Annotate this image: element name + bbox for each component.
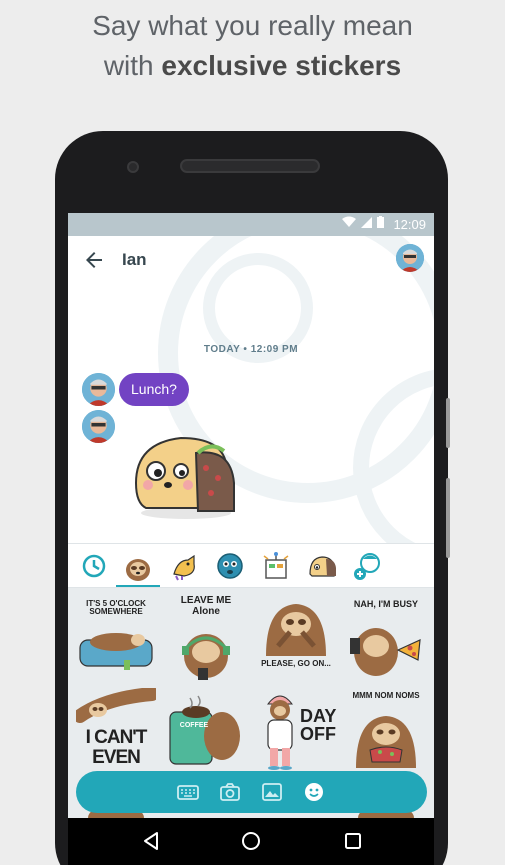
please-go-on-sticker	[266, 604, 326, 656]
status-icons	[342, 216, 384, 228]
blob-pack-tab-icon[interactable]	[214, 550, 246, 582]
message-bubble[interactable]: Lunch?	[119, 373, 189, 406]
signal-icon	[361, 216, 372, 228]
volume-button	[446, 398, 450, 448]
dog-pack-tab-icon[interactable]	[168, 550, 200, 582]
back-triangle-icon[interactable]	[140, 830, 162, 852]
sticker-caption: IT'S 5 O'CLOCK SOMEWHERE	[86, 599, 146, 617]
coffee-sticker	[169, 695, 240, 765]
power-button	[446, 478, 450, 558]
sticker-caption: PLEASE, GO ON...	[261, 659, 331, 668]
sticker-cell[interactable]: LEAVE ME Alone	[162, 594, 250, 682]
add-pack-icon[interactable]	[352, 550, 384, 582]
battery-icon	[377, 216, 384, 228]
recent-clock-icon[interactable]	[78, 550, 110, 582]
recents-square-icon[interactable]	[342, 830, 364, 852]
sticker-caption: LEAVE ME Alone	[180, 595, 232, 617]
robot-pack-tab-icon[interactable]	[260, 550, 292, 582]
sticker-cell[interactable]: DAY OFF	[252, 686, 340, 774]
sticker-cell[interactable]: PLEASE, GO ON...	[252, 594, 340, 682]
five-oclock-somewhere-sticker	[79, 633, 153, 670]
message-avatar	[82, 410, 115, 443]
avatar-photo	[82, 410, 115, 443]
message-avatar	[82, 373, 115, 406]
headline-bold: exclusive stickers	[161, 50, 402, 81]
headline-line-1: Say what you really mean	[92, 10, 413, 41]
sloth-pack-tab-icon[interactable]	[122, 550, 154, 582]
mmm-nom-noms-sticker	[356, 716, 416, 768]
contact-name[interactable]: Ian	[122, 250, 147, 270]
phone-screen: 12:09 Ian TODAY • 12:09 PM Lunch? IT'S 5…	[68, 213, 434, 865]
taco-pack-tab-icon[interactable]	[306, 550, 338, 582]
sticker-cell[interactable]: IT'S 5 O'CLOCK SOMEWHERE	[72, 594, 160, 682]
sticker-caption: NAH, I'M BUSY	[353, 599, 419, 609]
status-time: 12:09	[393, 217, 426, 232]
app-bar: Ian	[68, 236, 434, 286]
earpiece-speaker	[180, 159, 320, 173]
headline-line-2: with exclusive stickers	[0, 46, 505, 86]
promo-headline: Say what you really mean with exclusive …	[0, 6, 505, 86]
home-circle-icon[interactable]	[240, 830, 262, 852]
wifi-icon	[342, 216, 356, 227]
sticker-cell[interactable]: I CAN'T EVEN	[72, 686, 160, 774]
sticker-caption: I CAN'T EVEN	[85, 727, 148, 768]
sticker-caption: DAY OFF	[300, 706, 337, 744]
taco-dog-sticker[interactable]	[126, 423, 241, 523]
sticker-caption: COFFEE	[179, 722, 209, 729]
sticker-caption: MMM NOM NOMS	[352, 691, 420, 700]
camera-icon[interactable]	[218, 780, 242, 804]
status-bar: 12:09	[68, 213, 434, 236]
contact-avatar[interactable]	[396, 244, 424, 272]
headline-prefix: with	[103, 50, 162, 81]
background-circle	[353, 368, 434, 568]
i-cant-even-sticker	[76, 688, 156, 723]
avatar-photo	[396, 244, 424, 272]
day-off-sticker	[266, 695, 294, 770]
sticker-cell[interactable]: MMM NOM NOMS	[342, 686, 430, 774]
leave-me-alone-sticker	[182, 634, 230, 680]
front-camera	[127, 161, 139, 173]
keyboard-icon[interactable]	[176, 780, 200, 804]
sticker-tray	[68, 543, 434, 588]
sticker-icon[interactable]	[302, 780, 326, 804]
conversation-timestamp: TODAY • 12:09 PM	[203, 344, 299, 355]
sticker-cell[interactable]: NAH, I'M BUSY	[342, 594, 430, 682]
avatar-photo	[82, 373, 115, 406]
arrow-left-icon[interactable]	[82, 248, 106, 272]
nah-im-busy-sticker	[350, 628, 421, 676]
image-icon[interactable]	[260, 780, 284, 804]
selected-tab-indicator	[116, 585, 160, 587]
android-nav-bar	[68, 818, 434, 865]
sticker-cell[interactable]: COFFEE	[162, 686, 250, 774]
compose-bar	[76, 771, 427, 813]
